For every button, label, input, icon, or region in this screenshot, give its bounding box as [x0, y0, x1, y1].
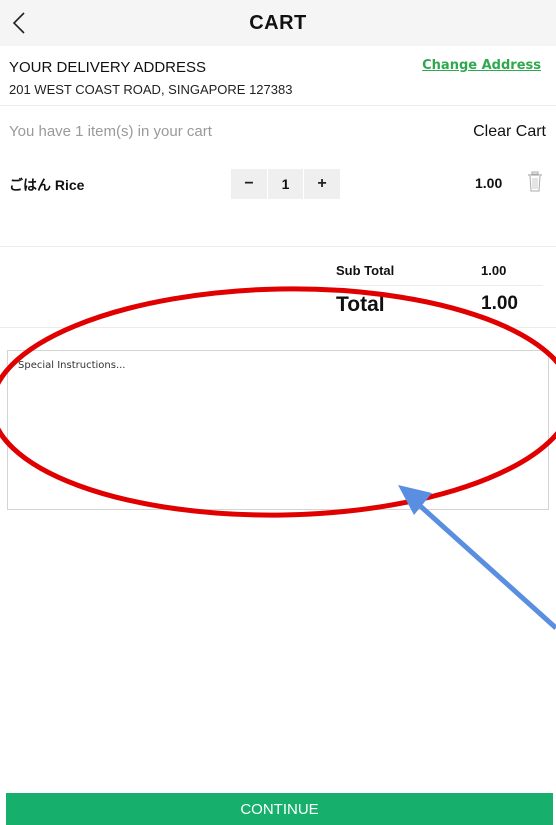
quantity-stepper: − 1 + — [231, 169, 340, 199]
cart-item-name: ごはん Rice — [9, 177, 85, 193]
header-bar: CART — [0, 0, 556, 46]
total-label: Total — [336, 293, 385, 316]
continue-button[interactable]: CONTINUE — [6, 793, 553, 825]
quantity-value: 1 — [267, 169, 304, 199]
cart-item-price: 1.00 — [475, 175, 503, 191]
chevron-left-icon — [12, 12, 25, 34]
trash-icon[interactable] — [527, 171, 543, 193]
special-instructions-input[interactable] — [7, 350, 549, 510]
total-value: 1.00 — [481, 293, 518, 314]
cart-item-count-text: You have 1 item(s) in your cart — [9, 123, 212, 140]
page-title: CART — [249, 11, 307, 34]
clear-cart-button[interactable]: Clear Cart — [473, 123, 546, 141]
change-address-link[interactable]: Change Address — [422, 58, 541, 73]
back-button[interactable] — [6, 8, 32, 38]
subtotal-value: 1.00 — [481, 263, 507, 278]
delivery-address-section: YOUR DELIVERY ADDRESS 201 WEST COAST ROA… — [0, 46, 556, 106]
decrement-button[interactable]: − — [231, 169, 267, 199]
blue-pointer-arrow-shaft — [416, 502, 556, 630]
delivery-address-label: YOUR DELIVERY ADDRESS — [9, 59, 207, 76]
delivery-address-value: 201 WEST COAST ROAD, SINGAPORE 127383 — [9, 82, 293, 97]
cart-item-row: ごはん Rice − 1 + 1.00 — [0, 165, 556, 247]
subtotal-label: Sub Total — [336, 263, 395, 278]
increment-button[interactable]: + — [304, 169, 340, 199]
total-divider — [0, 327, 556, 328]
subtotal-divider — [336, 285, 543, 286]
